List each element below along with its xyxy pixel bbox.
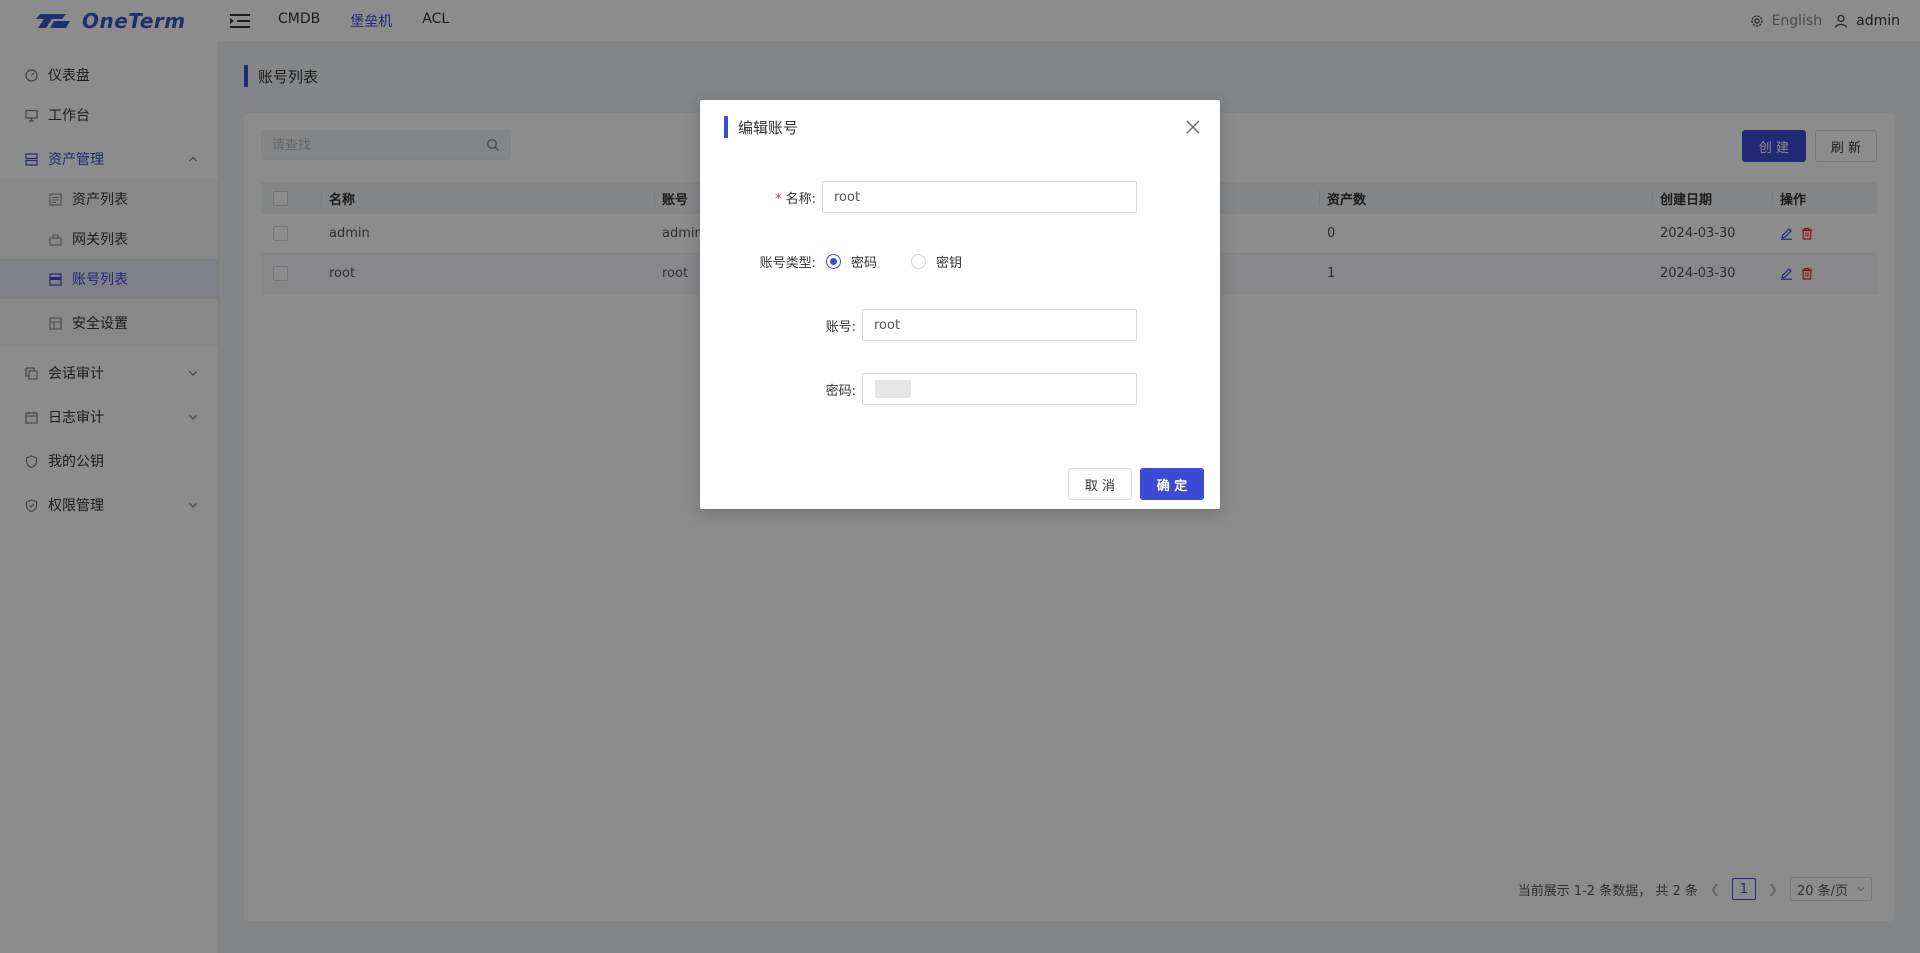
password-label: 密码: <box>825 383 856 399</box>
form-row-account: 账号: root <box>700 309 1220 341</box>
account-input[interactable]: root <box>862 309 1137 341</box>
radio-password-label: 密码 <box>851 255 878 271</box>
edit-account-modal: 编辑账号 * 名称: root 账号类型: 密码 密钥 账号: root 密码: … <box>700 100 1220 509</box>
cancel-button[interactable]: 取 消 <box>1068 468 1132 500</box>
radio-key-label: 密钥 <box>936 255 963 271</box>
required-mark: * <box>775 191 782 207</box>
password-input[interactable] <box>862 373 1137 405</box>
modal-title: 编辑账号 <box>724 116 798 138</box>
radio-button[interactable] <box>911 253 927 269</box>
account-type-label: 账号类型: <box>759 255 816 271</box>
account-label: 账号: <box>825 319 856 335</box>
close-icon[interactable] <box>1186 120 1200 134</box>
ok-button[interactable]: 确 定 <box>1140 468 1204 500</box>
radio-key[interactable]: 密钥 <box>911 252 962 271</box>
title-accent-bar <box>724 116 728 138</box>
name-label: * 名称: <box>700 188 816 207</box>
radio-button[interactable] <box>826 253 841 269</box>
password-mask <box>875 380 911 398</box>
name-label-text: 名称: <box>785 191 816 207</box>
form-row-password: 密码: <box>700 373 1220 405</box>
modal-title-text: 编辑账号 <box>738 118 799 137</box>
name-input[interactable]: root <box>822 181 1137 213</box>
form-row-account-type: 账号类型: 密码 密钥 <box>700 245 1220 277</box>
form-row-name: * 名称: root <box>700 181 1220 213</box>
radio-password[interactable]: 密码 <box>826 252 877 271</box>
